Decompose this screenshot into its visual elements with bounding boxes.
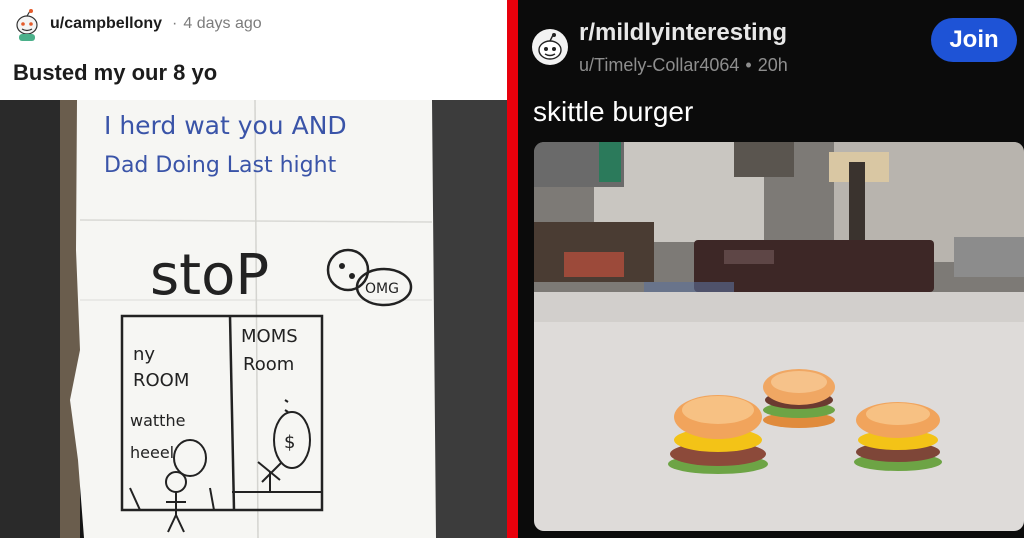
svg-text:$: $ — [284, 432, 295, 453]
snoo-avatar-icon[interactable] — [12, 8, 42, 42]
note-caption-2: heeel — [130, 443, 174, 462]
post-time: 4 days ago — [183, 15, 262, 32]
post-image-burgers[interactable] — [534, 142, 1024, 531]
meta-separator: · — [172, 15, 178, 32]
subreddit-link[interactable]: r/mildlyinteresting — [579, 19, 787, 47]
note-stop: stoP — [150, 243, 269, 308]
note-omg: OMG — [365, 281, 399, 297]
join-button[interactable]: Join — [931, 18, 1017, 62]
post-meta: u/Timely-Collar4064 • 20h — [579, 55, 788, 76]
left-post-card: u/campbellony · 4 days ago Busted my our… — [0, 0, 507, 538]
username-link[interactable]: u/campbellony — [50, 15, 162, 33]
burger-3 — [854, 402, 942, 471]
panel-divider — [507, 0, 518, 538]
note-my: ny — [133, 344, 155, 365]
username-link[interactable]: u/Timely-Collar4064 — [579, 55, 739, 76]
note-caption-1: watthe — [130, 411, 185, 430]
post-title[interactable]: Busted my our 8 yo — [13, 60, 217, 86]
post-meta: u/campbellony · 4 days ago — [50, 15, 262, 33]
note-room-right: Room — [243, 354, 294, 375]
post-image-note[interactable]: I herd wat you AND Dad Doing Last hight … — [0, 100, 507, 538]
note-moms: MOMS — [241, 326, 298, 347]
note-room-left: ROOM — [133, 370, 189, 391]
right-post-card: r/mildlyinteresting u/Timely-Collar4064 … — [518, 0, 1024, 538]
post-time: 20h — [757, 55, 788, 75]
burger-2 — [763, 369, 835, 428]
note-line-1: I herd wat you AND — [104, 111, 347, 140]
burger-1 — [668, 395, 768, 474]
meta-separator: • — [745, 55, 752, 75]
left-post-header: u/campbellony · 4 days ago Busted my our… — [0, 0, 507, 100]
post-title[interactable]: skittle burger — [533, 96, 693, 128]
note-line-2: Dad Doing Last hight — [104, 153, 337, 178]
snoo-avatar-icon[interactable] — [532, 29, 568, 65]
